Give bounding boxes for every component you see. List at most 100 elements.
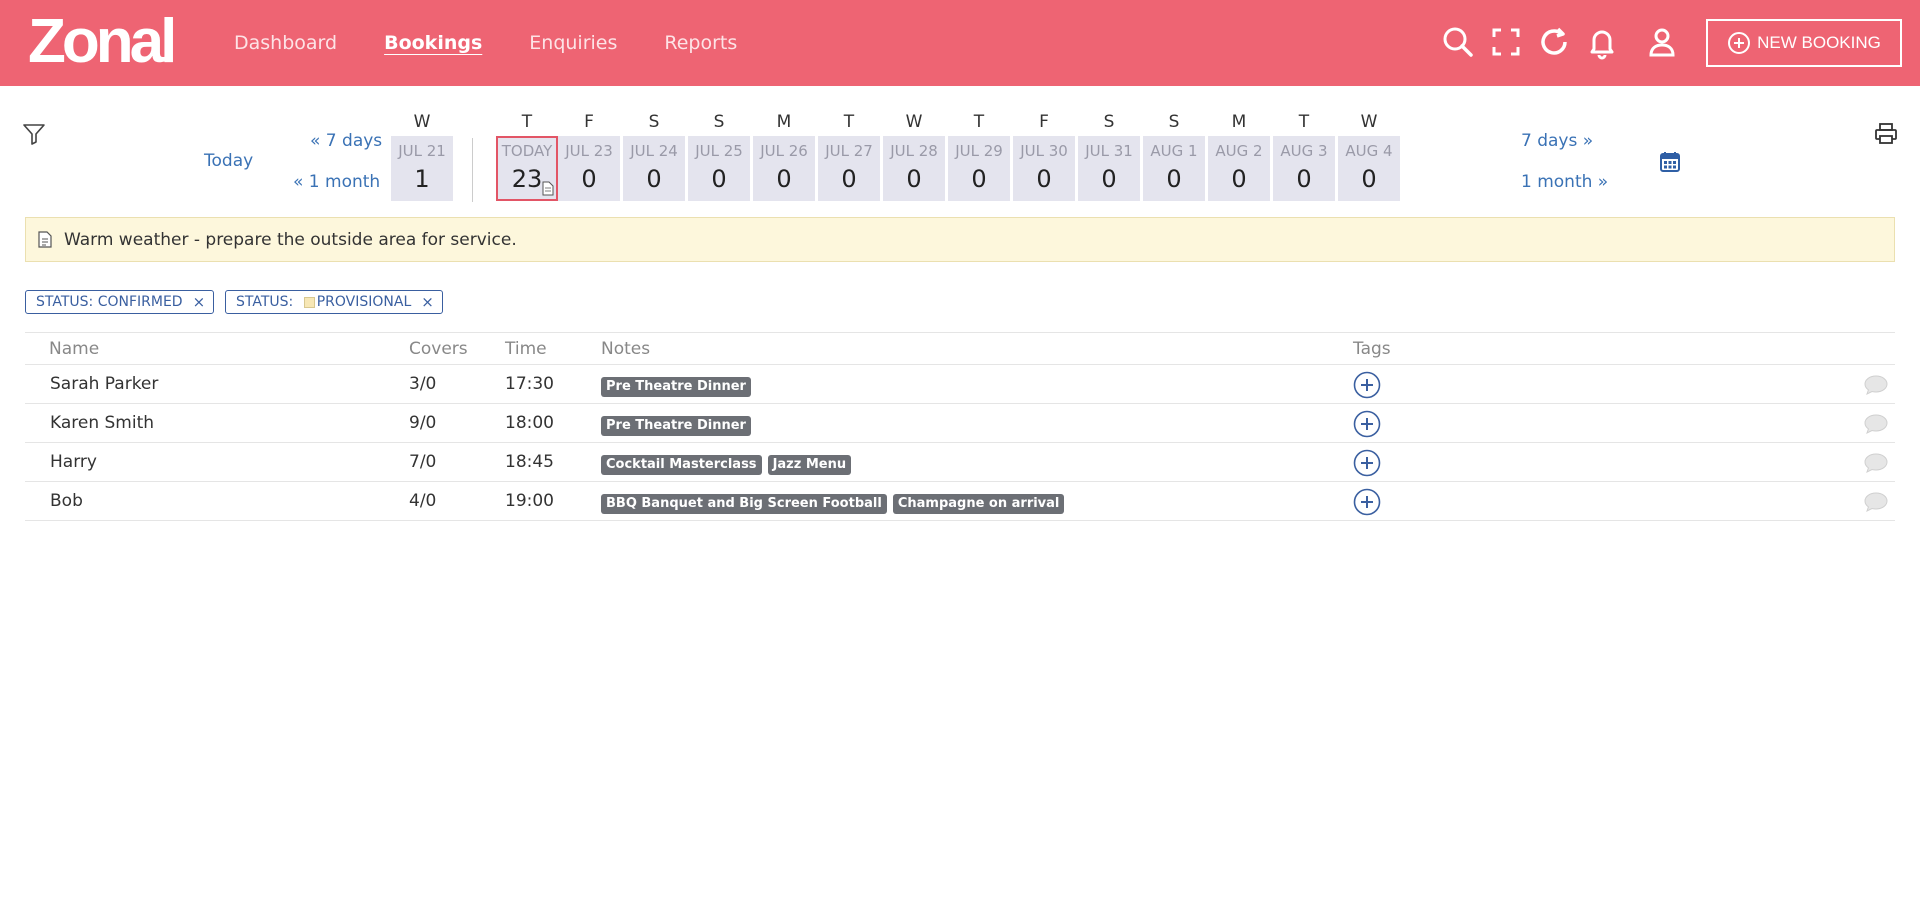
refresh-icon[interactable] [1536,24,1572,60]
day-cell[interactable]: T JUL 27 0 [818,110,880,201]
guest-name[interactable]: Harry [50,452,97,472]
day-booking-count: 0 [1101,165,1117,193]
day-cell[interactable]: T AUG 3 0 [1273,110,1335,201]
table-row[interactable]: Harry 7/0 18:45 Cocktail Masterclass Jazz Me… [25,443,1895,482]
print-icon[interactable] [1874,122,1898,146]
covers-value: 9/0 [409,413,437,433]
day-cell[interactable]: S JUL 25 0 [688,110,750,201]
table-body: Sarah Parker 3/0 17:30 Pre Theatre Dinner Ka… [25,365,1895,521]
note-tag: Pre Theatre Dinner [601,377,751,397]
comment-icon[interactable] [1863,413,1889,435]
day-booking-count: 0 [1361,165,1377,193]
day-box[interactable]: JUL 25 0 [688,136,750,201]
day-label: AUG 4 [1345,142,1393,160]
warning-note: Warm weather - prepare the outside area … [25,217,1895,262]
guest-name[interactable]: Karen Smith [50,413,154,433]
day-box[interactable]: JUL 21 1 [391,136,453,201]
day-box[interactable]: TODAY 23 [496,136,558,201]
day-box[interactable]: AUG 4 0 [1338,136,1400,201]
guest-name[interactable]: Sarah Parker [50,374,158,394]
guest-name[interactable]: Bob [50,491,83,511]
day-booking-count: 1 [414,165,430,193]
day-cell[interactable]: F JUL 30 0 [1013,110,1075,201]
nav-enquiries[interactable]: Enquiries [529,32,617,54]
document-icon [38,231,52,248]
day-label: AUG 1 [1150,142,1198,160]
zonal-logo[interactable]: Zonal [28,11,177,73]
nav-bookings[interactable]: Bookings [384,32,482,54]
table-row[interactable]: Sarah Parker 3/0 17:30 Pre Theatre Dinner [25,365,1895,404]
day-cell[interactable]: S AUG 1 0 [1143,110,1205,201]
forward-1-month-link[interactable]: 1 month » [1521,172,1608,192]
day-box[interactable]: JUL 28 0 [883,136,945,201]
day-cell[interactable]: M JUL 26 0 [753,110,815,201]
day-box[interactable]: AUG 1 0 [1143,136,1205,201]
day-label: JUL 30 [1020,142,1068,160]
provisional-swatch [303,296,315,308]
day-cell[interactable]: M AUG 2 0 [1208,110,1270,201]
day-box[interactable]: AUG 3 0 [1273,136,1335,201]
new-booking-button[interactable]: NEW BOOKING [1706,19,1902,67]
day-box[interactable]: JUL 30 0 [1013,136,1075,201]
back-7-days-link[interactable]: « 7 days [310,131,382,151]
header-notes[interactable]: Notes [601,339,650,359]
note-tag: Cocktail Masterclass [601,455,762,475]
day-booking-count: 0 [711,165,727,193]
plus-circle-icon [1728,32,1751,54]
filter-chip-confirmed: STATUS: CONFIRMED × [25,290,215,314]
day-booking-count: 0 [906,165,922,193]
day-booking-count: 0 [581,165,597,193]
header-time[interactable]: Time [505,339,547,359]
search-icon[interactable] [1440,24,1476,60]
add-tag-icon[interactable] [1353,371,1381,399]
user-icon[interactable] [1644,24,1680,60]
comment-icon[interactable] [1863,452,1889,474]
remove-filter-confirmed-button[interactable]: × [193,293,206,311]
day-today[interactable]: T TODAY 23 [496,110,558,201]
nav-dashboard[interactable]: Dashboard [234,32,337,54]
filter-icon[interactable] [22,122,46,146]
back-1-month-link[interactable]: « 1 month [293,172,380,192]
day-box[interactable]: JUL 31 0 [1078,136,1140,201]
day-label: AUG 3 [1280,142,1328,160]
top-header: Zonal Dashboard Bookings Enquiries Repor… [0,0,1920,86]
table-row[interactable]: Bob 4/0 19:00 BBQ Banquet and Big Screen Fo… [25,482,1895,521]
day-box[interactable]: JUL 27 0 [818,136,880,201]
day-label: JUL 29 [955,142,1003,160]
forward-7-days-link[interactable]: 7 days » [1521,131,1593,151]
comment-icon[interactable] [1863,374,1889,396]
day-cell[interactable]: S JUL 24 0 [623,110,685,201]
fullscreen-icon[interactable] [1488,24,1524,60]
bell-icon[interactable] [1584,24,1620,60]
header-tags[interactable]: Tags [1353,339,1391,359]
nav-reports[interactable]: Reports [664,32,737,54]
day-cell[interactable]: W JUL 28 0 [883,110,945,201]
day-letter: S [1168,112,1180,132]
day-cell[interactable]: W JUL 21 1 [391,110,453,201]
add-tag-icon[interactable] [1353,410,1381,438]
covers-value: 4/0 [409,491,437,511]
day-cell[interactable]: W AUG 4 0 [1338,110,1400,201]
chip-value: PROVISIONAL [316,294,412,310]
day-cell[interactable]: F JUL 23 0 [558,110,620,201]
day-box[interactable]: AUG 2 0 [1208,136,1270,201]
header-name[interactable]: Name [49,339,99,359]
day-box[interactable]: JUL 23 0 [558,136,620,201]
comment-icon[interactable] [1863,491,1889,513]
table-row[interactable]: Karen Smith 9/0 18:00 Pre Theatre Dinner [25,404,1895,443]
add-tag-icon[interactable] [1353,488,1381,516]
day-box[interactable]: JUL 24 0 [623,136,685,201]
day-cell[interactable]: S JUL 31 0 [1078,110,1140,201]
day-box[interactable]: JUL 26 0 [753,136,815,201]
day-box[interactable]: JUL 29 0 [948,136,1010,201]
notes-cell: Cocktail Masterclass Jazz Menu [601,453,857,475]
today-link[interactable]: Today [204,151,253,171]
day-booking-count: 0 [971,165,987,193]
time-value: 18:00 [505,413,554,433]
header-covers[interactable]: Covers [409,339,468,359]
day-cell[interactable]: T JUL 29 0 [948,110,1010,201]
add-tag-icon[interactable] [1353,449,1381,477]
remove-filter-provisional-button[interactable]: × [421,293,434,311]
day-label: JUL 27 [825,142,873,160]
calendar-icon[interactable] [1658,150,1682,174]
